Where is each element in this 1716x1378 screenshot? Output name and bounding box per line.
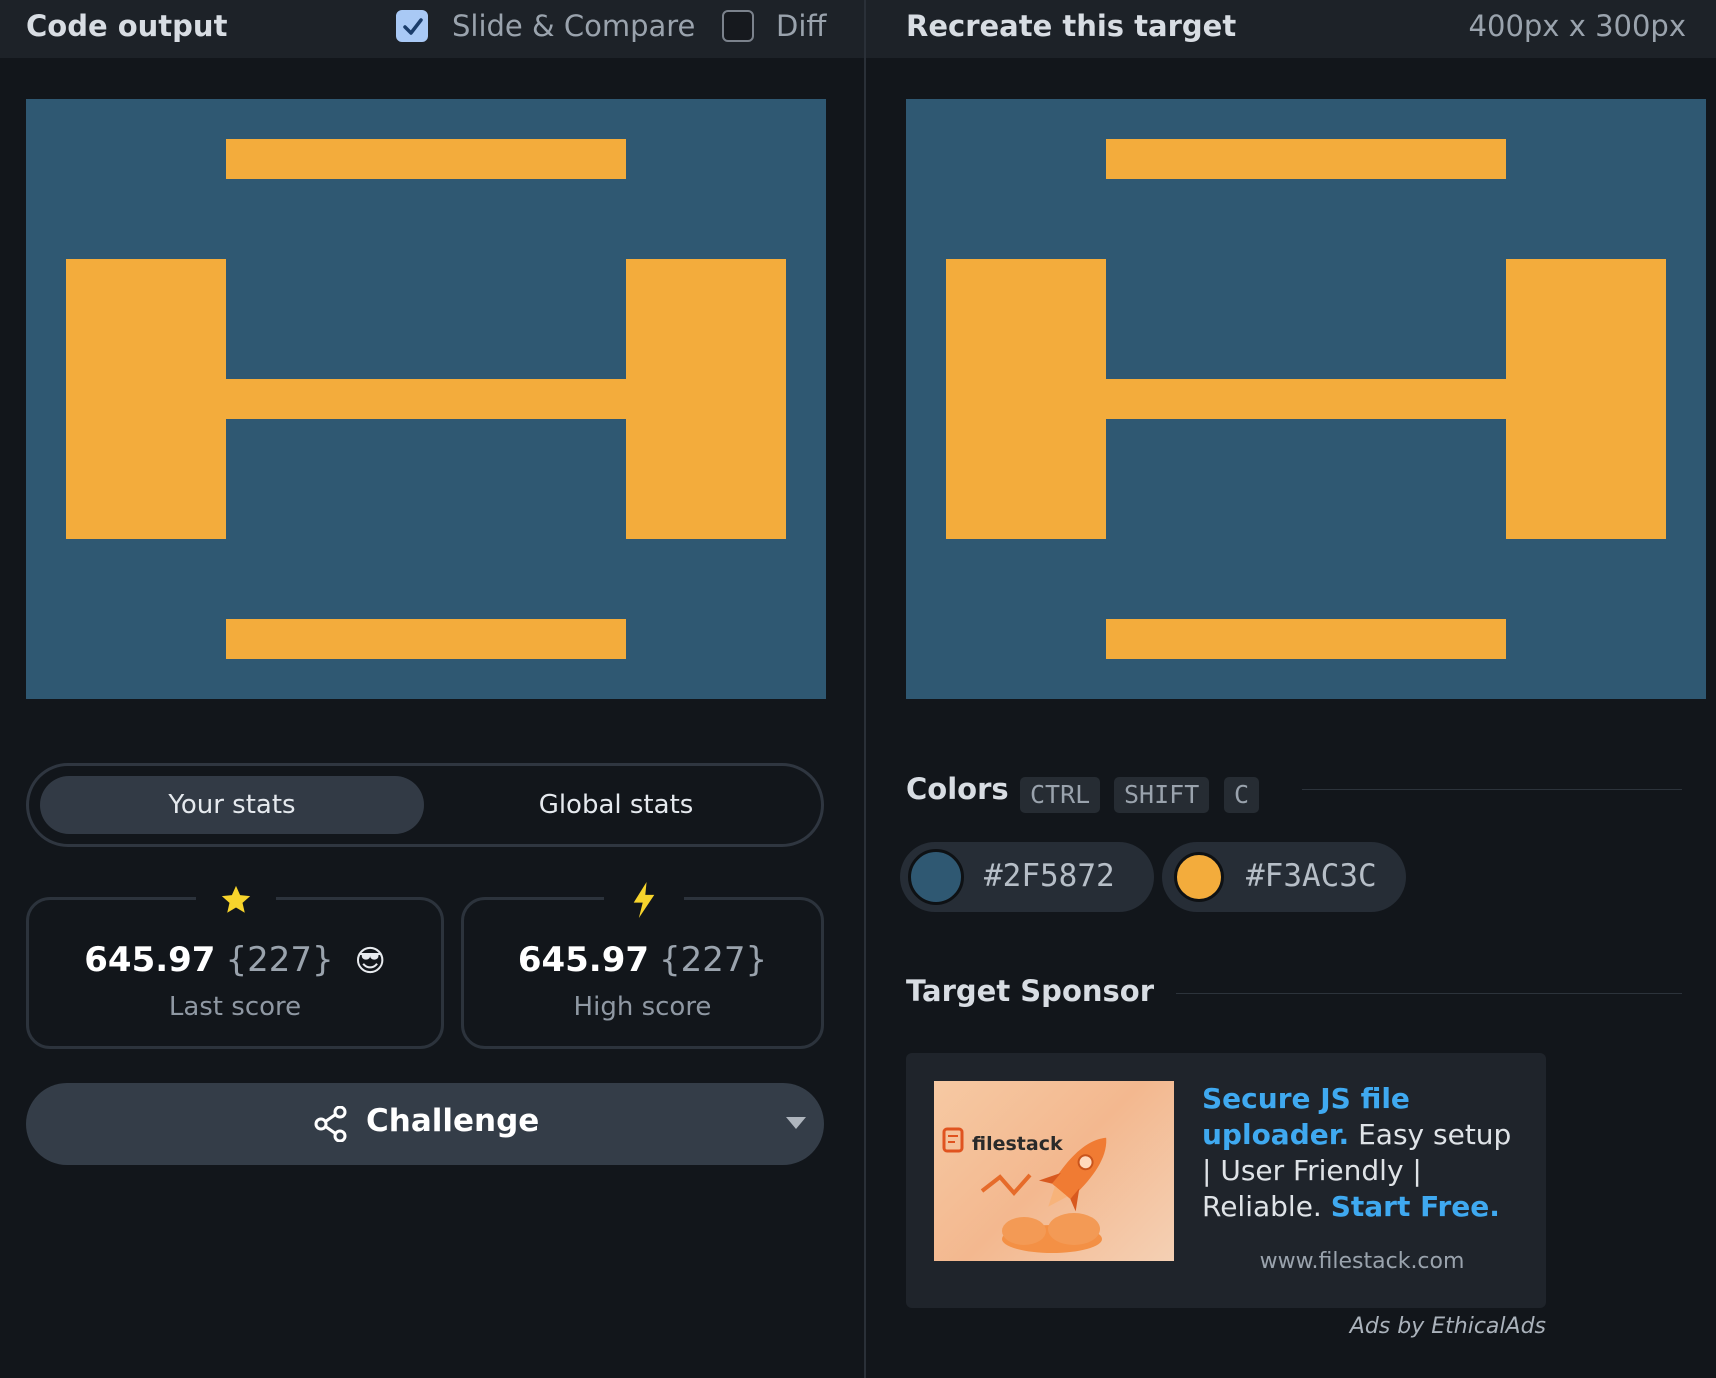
colors-rule [1302,789,1682,790]
output-canvas[interactable] [26,99,826,699]
sponsor-ad[interactable]: filestack Secure JS file uploader. Easy … [906,1053,1546,1308]
target-dimensions: 400px x 300px [1468,9,1686,43]
high-score-number: 645.97 [517,940,650,980]
colors-title: Colors [906,772,1009,806]
color-swatch-blue[interactable]: #2F5872 [900,842,1154,912]
high-score-count: {227} [659,940,768,980]
middle-bar [1106,379,1506,419]
code-output-panel: Code output Slide & Compare Diff Your st… [0,0,864,1378]
middle-bar [226,379,626,419]
right-block [626,259,786,539]
kbd-c: C [1224,777,1260,813]
tab-global-stats[interactable]: Global stats [424,776,808,834]
code-output-header: Code output Slide & Compare Diff [0,0,864,58]
sponsor-brand: filestack [972,1133,1063,1155]
last-score-card: 645.97 {227} 😎 Last score [26,878,444,1049]
sponsor-url[interactable]: www.filestack.com [1202,1249,1522,1274]
sponsor-rule [1176,993,1682,994]
bottom-bar [226,619,626,659]
high-score-card: 645.97 {227} High score [461,878,824,1049]
color-hex-orange: #F3AC3C [1246,858,1377,894]
last-score-value: 645.97 {227} 😎 [29,940,441,980]
bottom-bar [1106,619,1506,659]
lightning-icon [604,878,684,922]
diff-label[interactable]: Diff [776,9,826,43]
challenge-button[interactable]: Challenge [26,1083,824,1165]
sunglasses-emoji-icon: 😎 [354,944,386,979]
code-output-title: Code output [26,9,228,43]
target-canvas [906,99,1706,699]
challenge-label: Challenge [366,1103,540,1139]
sponsor-image[interactable]: filestack [934,1081,1174,1261]
top-bar [1106,139,1506,179]
color-hex-blue: #2F5872 [984,858,1115,894]
sponsor-title: Target Sponsor [906,974,1155,1008]
target-title: Recreate this target [906,9,1237,43]
stats-toggle: Your stats Global stats [26,763,824,847]
left-block [946,259,1106,539]
sponsor-cta[interactable]: Start Free. [1331,1190,1500,1223]
high-score-value: 645.97 {227} [464,940,821,980]
color-dot-blue [908,849,964,905]
last-score-count: {227} [225,940,334,980]
chevron-down-icon[interactable] [786,1117,806,1129]
target-header: Recreate this target 400px x 300px [866,0,1716,58]
share-icon [314,1106,347,1142]
sponsor-text[interactable]: Secure JS file uploader. Easy setup | Us… [1202,1081,1522,1225]
rocket-illustration-icon [942,1127,1107,1253]
high-score-label: High score [573,992,712,1022]
diff-checkbox[interactable] [722,10,754,42]
right-block [1506,259,1666,539]
tab-your-stats[interactable]: Your stats [40,776,424,834]
ads-by-label[interactable]: Ads by EthicalAds [1266,1314,1546,1339]
color-swatch-orange[interactable]: #F3AC3C [1162,842,1406,912]
last-score-label: Last score [168,992,302,1022]
left-block [66,259,226,539]
kbd-shift: SHIFT [1114,777,1210,813]
target-panel: Recreate this target 400px x 300px Color… [866,0,1716,1378]
last-score-number: 645.97 [84,940,216,980]
slide-compare-checkbox[interactable] [396,10,428,42]
checkmark-icon [403,18,423,35]
color-dot-orange [1174,852,1224,902]
top-bar [226,139,626,179]
slide-compare-label[interactable]: Slide & Compare [452,9,695,43]
star-icon [196,878,276,922]
kbd-ctrl: CTRL [1020,777,1101,813]
